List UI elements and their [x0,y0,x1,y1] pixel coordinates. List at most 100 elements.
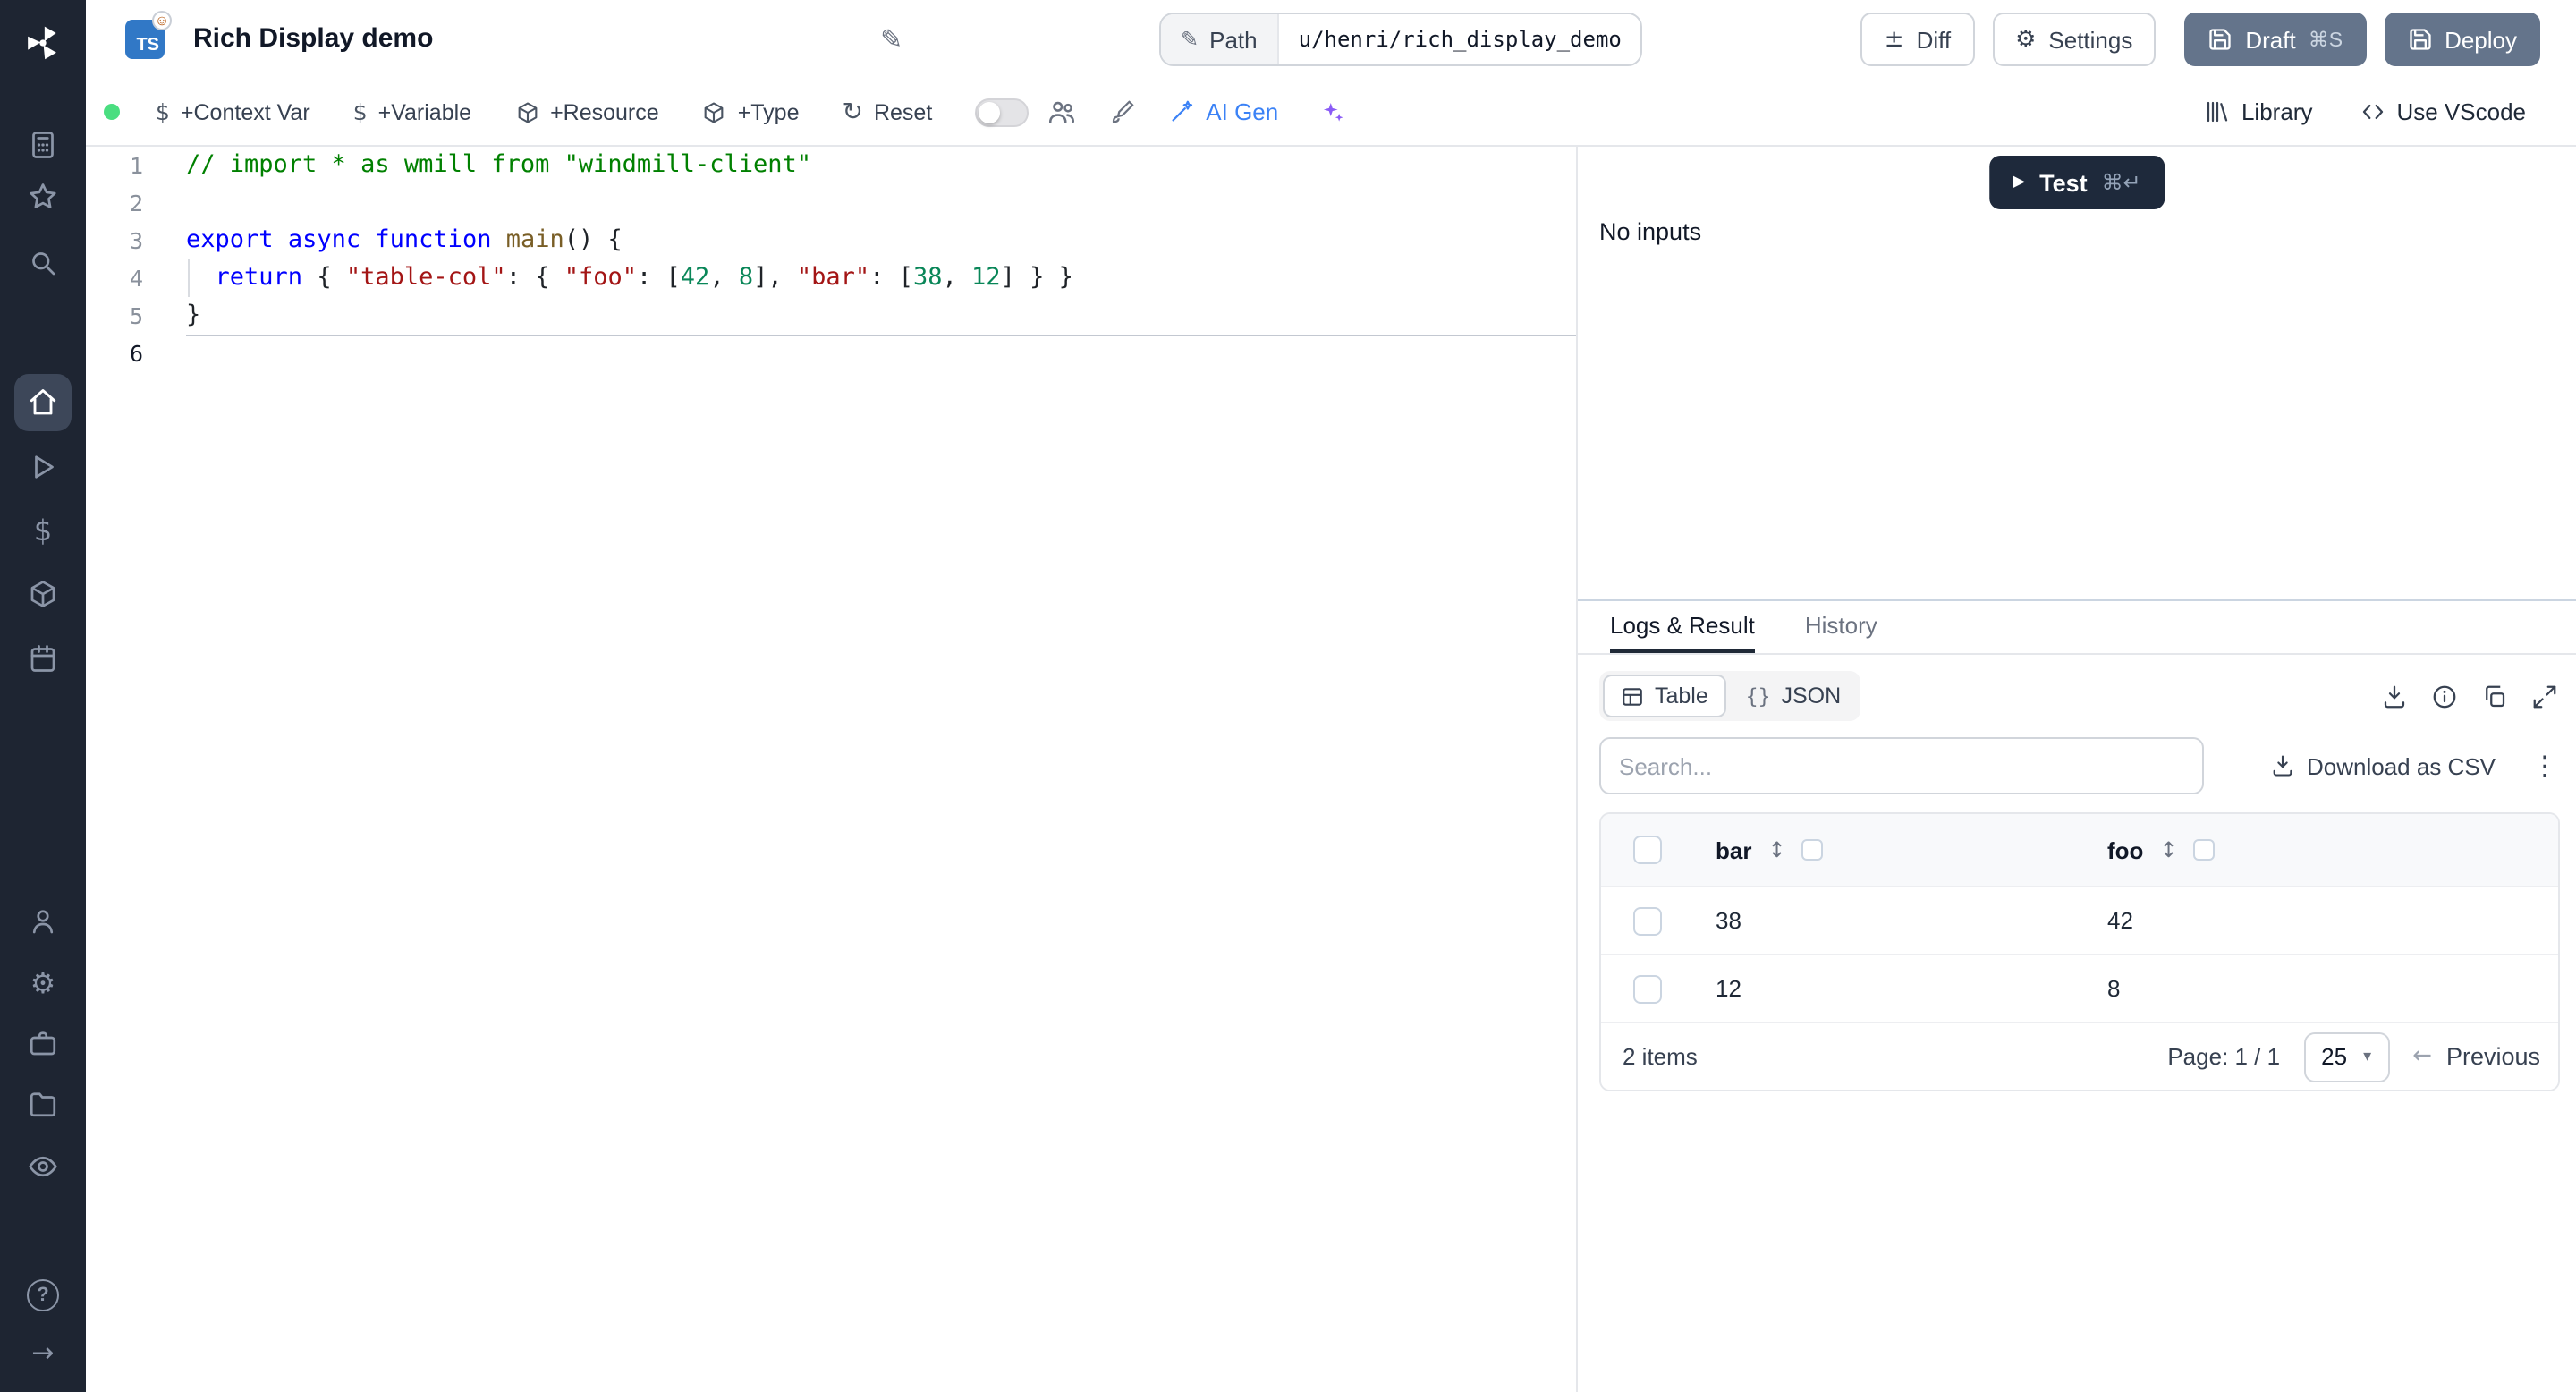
sidebar-item-home[interactable] [14,374,72,431]
search-icon[interactable] [25,245,61,281]
code-line[interactable]: export async function main() { [186,222,1576,259]
add-variable-button[interactable]: $ +Variable [353,98,471,125]
vscode-label: Use VScode [2396,98,2526,125]
column-header[interactable]: bar ↕ [1694,836,2086,863]
select-all-checkbox[interactable] [1633,836,1662,864]
play-icon: ▶ [2012,174,2026,191]
page-title: Rich Display demo [193,23,434,54]
draft-button[interactable]: Draft ⌘S [2184,13,2367,66]
table-cell: 42 [2107,907,2133,934]
folder-icon[interactable] [25,1086,61,1122]
windmill-logo[interactable] [20,20,66,66]
column-label: bar [1716,836,1752,863]
code-line[interactable] [186,335,1576,372]
table-icon [1623,687,1642,705]
library-button[interactable]: Library [2204,98,2313,125]
reset-icon: ↻ [842,98,863,126]
code-editor[interactable]: 123456 // import * as wmill from "windmi… [86,147,1576,1392]
app-window: $ ⚙ ? → TS ☺ Rich Display demo ✎ ✎ Path … [0,0,2576,1392]
tab-logs-result[interactable]: Logs & Result [1610,601,1755,653]
ai-gen-button[interactable]: AI Gen [1168,98,1278,125]
library-icon [2207,101,2228,123]
page-size-select[interactable]: 25 ▾ [2303,1031,2390,1082]
previous-page-button[interactable]: ← Previous [2412,1043,2540,1070]
sparkles-icon[interactable] [1318,98,1344,125]
reset-button[interactable]: ↻ Reset [843,98,933,126]
table-cell: 12 [1716,975,1741,1002]
dollar-icon: $ [156,98,170,125]
result-panel: Logs & Result History Table {} JSON Sear… [1578,601,2576,1091]
deploy-label: Deploy [2445,26,2517,53]
column-checkbox[interactable] [2193,839,2216,861]
arrow-left-icon: ← [2412,1043,2432,1070]
expand-sidebar-icon[interactable]: → [25,1335,61,1371]
edit-summary-pencil-icon[interactable]: ✎ [880,23,902,55]
library-label: Library [2241,98,2313,125]
add-type-button[interactable]: +Type [702,99,800,124]
code-lines[interactable]: // import * as wmill from "windmill-clie… [186,147,1576,1392]
vscode-icon [2362,105,2383,119]
calculator-icon[interactable] [25,127,61,163]
variables-icon[interactable]: $ [25,512,61,547]
pencil-icon: ✎ [1181,27,1199,52]
eye-icon[interactable] [25,1149,61,1184]
schedules-icon[interactable] [25,641,61,676]
user-icon[interactable] [25,904,61,939]
column-checkbox[interactable] [1801,839,1824,861]
view-option-table[interactable]: Table [1603,675,1726,717]
wand-icon [1172,100,1193,122]
resources-icon[interactable] [25,576,61,612]
code-line[interactable]: // import * as wmill from "windmill-clie… [186,147,1576,184]
settings-button[interactable]: ⚙ Settings [1992,13,2157,66]
download-csv-button[interactable]: Download as CSV [2269,752,2496,779]
tab-history[interactable]: History [1805,601,1877,653]
view-option-json[interactable]: {} JSON [1730,675,1857,717]
line-numbers: 123456 [129,152,143,367]
download-icon [2272,755,2292,777]
sort-icon[interactable]: ↕ [1767,837,1785,862]
row-checkbox[interactable] [1633,974,1662,1003]
info-icon[interactable] [2431,683,2458,709]
json-view-label: JSON [1781,683,1842,709]
path-button[interactable]: ✎ Path [1161,14,1279,64]
dollar-icon: $ [352,98,368,125]
deploy-button[interactable]: Deploy [2384,13,2540,66]
test-button[interactable]: ▶ Test ⌘↵ [1989,156,2165,209]
editor-toolbar: $ +Context Var $ +Variable +Resource +Ty… [86,79,2576,147]
star-icon[interactable] [25,179,61,215]
path-control[interactable]: ✎ Path u/henri/rich_display_demo [1159,13,1643,66]
download-result-icon[interactable] [2381,683,2408,709]
sort-icon[interactable]: ↕ [2159,837,2177,862]
use-vscode-button[interactable]: Use VScode [2359,98,2526,125]
kebab-menu-icon[interactable]: ⋮ [2531,750,2558,782]
table-row: 12 8 [1601,954,2558,1022]
code-line[interactable]: return { "table-col": { "foo": [42, 8], … [186,259,1576,297]
format-brush-icon[interactable] [1109,98,1136,125]
users-icon[interactable] [1046,97,1077,127]
search-input[interactable] [1599,737,2204,794]
page-info: Page: 1 / 1 [2167,1043,2281,1070]
path-value[interactable]: u/henri/rich_display_demo [1278,14,1641,64]
column-header[interactable]: foo ↕ [2086,836,2558,863]
expand-icon[interactable] [2531,683,2558,709]
table-cell: 38 [1716,907,1741,934]
add-context-var-button[interactable]: $ +Context Var [156,98,310,125]
previous-label: Previous [2445,1043,2540,1070]
add-resource-button[interactable]: +Resource [514,99,659,124]
test-label: Test [2039,169,2088,196]
help-icon[interactable]: ? [25,1277,61,1313]
briefcase-icon[interactable] [25,1025,61,1061]
draft-shortcut: ⌘S [2308,30,2343,52]
copy-icon[interactable] [2481,683,2508,709]
row-checkbox[interactable] [1633,906,1662,935]
home-icon [30,389,56,415]
runs-icon[interactable] [25,449,61,485]
code-line[interactable]: } [186,297,1576,335]
draft-label: Draft [2245,26,2296,53]
diff-button[interactable]: ± Diff [1860,13,1975,66]
collab-toggle[interactable] [975,98,1030,126]
page-size-value: 25 [2321,1043,2348,1070]
column-label: foo [2107,836,2144,863]
code-line[interactable] [186,184,1576,222]
gear-icon[interactable]: ⚙ [25,964,61,1000]
